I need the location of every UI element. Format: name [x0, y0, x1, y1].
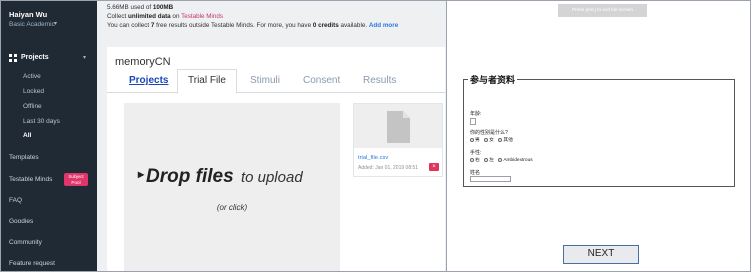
sidebar-item-faq[interactable]: FAQ — [9, 197, 22, 204]
unlimited-data-line: Collect unlimited data on Testable Minds — [107, 12, 398, 21]
hand-option-label: Ambidextrous — [503, 158, 533, 163]
participant-info-form: 参与者资料 年龄: 你的性别是什么? 男 女 其他 手性: 右 左 Ambide… — [463, 73, 735, 187]
storage-used: 5.66MB — [107, 4, 129, 11]
gender-radio-group: 男 女 其他 — [470, 136, 516, 143]
delete-file-button[interactable]: × — [429, 163, 439, 171]
hand-radio-left[interactable] — [484, 157, 489, 162]
hand-radio-right[interactable] — [470, 157, 474, 162]
unlimited-data: unlimited data — [128, 13, 171, 20]
tab-consent[interactable]: Consent — [303, 75, 340, 86]
tab-stimuli[interactable]: Stimuli — [250, 75, 280, 86]
testable-minds-link[interactable]: Testable Minds — [181, 13, 223, 20]
storage-quota: 100MB — [152, 4, 174, 11]
filter-active[interactable]: Active — [23, 73, 41, 80]
sidebar-item-testable-minds[interactable]: Testable Minds — [9, 176, 52, 183]
sidebar: Haiyan Wu Basic Academic ▾ Projects ▾ Ac… — [1, 1, 97, 271]
usage-info: 5.66MB used of 100MB Collect unlimited d… — [107, 3, 398, 30]
user-name[interactable]: Haiyan Wu — [9, 10, 47, 19]
unlimited-connector: on — [170, 13, 182, 20]
file-dropzone[interactable]: ▸ Drop files to upload (or click) — [124, 103, 340, 271]
handedness-label: 手性: — [470, 150, 482, 156]
dropzone-main-text: Drop files — [146, 166, 234, 187]
credits-suffix: available. — [338, 22, 368, 29]
credits-line: You can collect 7 free results outside T… — [107, 21, 398, 30]
filter-last-30-days[interactable]: Last 30 days — [23, 118, 60, 125]
tab-trial-file[interactable]: Trial File — [177, 69, 237, 94]
filter-locked[interactable]: Locked — [23, 88, 44, 95]
filter-all[interactable]: All — [23, 132, 31, 139]
filter-offline[interactable]: Offline — [23, 103, 42, 110]
credits-prefix: You can collect — [107, 22, 151, 29]
hand-radio-ambidextrous[interactable] — [498, 157, 503, 162]
hand-option-label: 右 — [475, 158, 480, 163]
gender-label: 你的性别是什么? — [470, 130, 508, 136]
file-added-date: Added: Jan 01, 2019 08:51 — [358, 165, 419, 171]
file-icon — [387, 111, 410, 143]
project-title: memoryCN — [115, 56, 171, 68]
name-input[interactable] — [470, 176, 511, 182]
testable-app-window: Haiyan Wu Basic Academic ▾ Projects ▾ Ac… — [0, 0, 447, 272]
credits-mid: free results outside Testable Minds. For… — [154, 22, 313, 29]
dropzone-heading: ▸ Drop files to upload — [138, 166, 338, 188]
chevron-down-icon: ▾ — [83, 55, 87, 61]
gender-radio-female[interactable] — [484, 137, 489, 142]
experiment-preview-panel: Press [esc] to exit full screen 参与者资料 年龄… — [447, 0, 751, 272]
grid-icon — [9, 54, 17, 62]
project-tabs: Projects Trial File Stimuli Consent Resu… — [107, 69, 445, 94]
sidebar-item-goodies[interactable]: Goodies — [9, 218, 33, 225]
arrow-right-icon: ▸ — [138, 167, 145, 181]
file-card[interactable]: trial_file.csv Added: Jan 01, 2019 08:51… — [353, 103, 443, 177]
user-role[interactable]: Basic Academic — [9, 21, 55, 28]
sidebar-item-label: Projects — [21, 54, 49, 61]
sidebar-item-templates[interactable]: Templates — [9, 154, 39, 161]
sidebar-item-community[interactable]: Community — [9, 239, 42, 246]
form-legend: 参与者资料 — [470, 75, 516, 85]
gender-option-label: 男 — [475, 138, 480, 143]
handedness-radio-group: 右 左 Ambidextrous — [470, 156, 536, 163]
unlimited-prefix: Collect — [107, 13, 128, 20]
gender-option-label: 女 — [489, 138, 494, 143]
dropzone-subtext: (or click) — [216, 203, 248, 212]
gender-radio-other[interactable] — [498, 137, 503, 142]
file-name-link[interactable]: trial_file.csv — [358, 155, 388, 161]
main-content: 5.66MB used of 100MB Collect unlimited d… — [97, 1, 446, 271]
tab-results[interactable]: Results — [363, 75, 396, 86]
next-button[interactable]: NEXT — [563, 245, 639, 264]
fullscreen-toast: Press [esc] to exit full screen — [558, 4, 647, 17]
age-label: 年龄: — [470, 111, 482, 117]
tab-projects[interactable]: Projects — [129, 75, 168, 86]
project-card: memoryCN Projects Trial File Stimuli Con… — [107, 47, 445, 271]
name-label: 姓名 — [470, 170, 481, 176]
gender-option-label: 其他 — [503, 138, 513, 143]
age-input[interactable] — [470, 118, 476, 125]
sidebar-item-feature-request[interactable]: Feature request — [9, 260, 55, 267]
gender-radio-male[interactable] — [470, 137, 474, 142]
hand-option-label: 左 — [489, 158, 494, 163]
credits-count: 0 credits — [312, 22, 339, 29]
file-thumbnail — [354, 104, 442, 148]
dropzone-suffix: to upload — [240, 169, 303, 186]
subject-pool-badge: Subject Pool — [64, 173, 88, 186]
add-more-link[interactable]: Add more — [369, 22, 398, 29]
user-menu-chevron-icon[interactable]: ▾ — [54, 20, 57, 27]
storage-used-connector: used of — [128, 4, 153, 11]
storage-usage-line: 5.66MB used of 100MB — [107, 3, 398, 12]
sidebar-item-projects[interactable]: Projects ▾ — [1, 51, 97, 67]
